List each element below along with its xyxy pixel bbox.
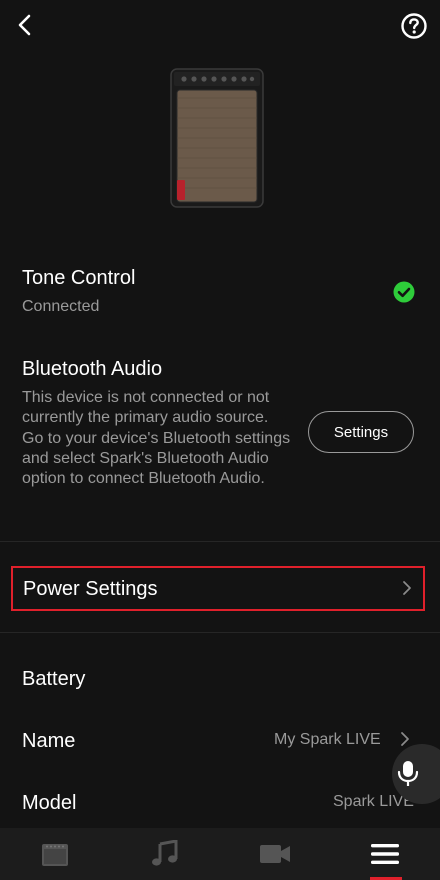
back-button[interactable] [8,8,42,42]
divider [0,632,440,633]
nav-video-tab[interactable] [220,828,330,880]
check-circle-icon [393,281,415,303]
name-label: Name [22,730,76,752]
bluetooth-settings-button[interactable]: Settings [308,411,414,453]
music-note-icon [152,840,178,866]
menu-icon [371,844,399,864]
help-button[interactable] [396,8,432,44]
model-label: Model [22,792,77,814]
chevron-left-icon [18,14,31,36]
divider [0,541,440,542]
bluetooth-audio-title: Bluetooth Audio [22,358,163,380]
battery-label: Battery [22,668,86,690]
nav-amp-tab[interactable] [0,828,110,880]
amp-icon [42,844,68,866]
tone-control-title: Tone Control [22,267,136,289]
spark-live-amp-image [170,68,264,208]
microphone-icon [397,761,419,786]
name-value[interactable]: My Spark LIVE [274,731,381,749]
power-settings-row[interactable]: Power Settings [11,566,425,611]
tone-control-status: Connected [22,298,100,315]
question-circle-icon [401,13,427,39]
bottom-navigation [0,828,440,880]
chevron-right-icon [402,580,412,601]
power-settings-label: Power Settings [23,578,158,600]
bluetooth-audio-description: This device is not connected or not curr… [22,389,291,488]
video-camera-icon [260,845,290,863]
nav-menu-tab[interactable] [330,828,440,880]
nav-music-tab[interactable] [110,828,220,880]
